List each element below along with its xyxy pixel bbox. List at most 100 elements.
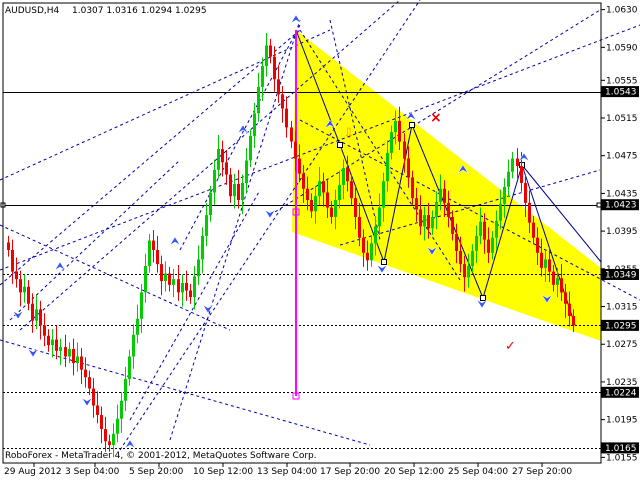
candle-body <box>124 379 127 401</box>
candle-body <box>314 196 317 212</box>
candle <box>290 120 293 149</box>
candle-body <box>221 149 224 163</box>
candle-body <box>213 169 216 193</box>
candle-body <box>386 152 389 182</box>
y-tick-label: 1.0475 <box>606 152 638 162</box>
candle-body <box>568 303 571 316</box>
check-icon: ✓ <box>505 339 516 354</box>
candle-body <box>205 215 208 236</box>
y-tick-label: 1.0155 <box>606 453 638 463</box>
candle-body <box>185 282 188 291</box>
candle-body <box>277 79 280 95</box>
candle-body <box>423 215 426 227</box>
candle-body <box>257 86 260 114</box>
fractal-down-icon <box>202 304 214 314</box>
fractal-up-icon <box>124 439 136 449</box>
candle-body <box>370 243 373 261</box>
candle <box>88 370 91 396</box>
candle <box>39 300 42 340</box>
candle-body <box>35 309 38 321</box>
candle-body <box>499 203 502 221</box>
candle <box>156 235 159 273</box>
candle-body <box>27 286 30 304</box>
candle-body <box>516 158 519 167</box>
candle <box>193 265 196 310</box>
candle-body <box>326 192 329 208</box>
candle <box>225 150 228 185</box>
candle <box>185 270 188 301</box>
candle <box>108 434 111 452</box>
candle <box>213 159 216 205</box>
candle-body <box>160 264 163 282</box>
candle-body <box>290 127 293 142</box>
ohlc-readout: 1.0307 1.0316 1.0294 1.0295 <box>72 6 207 16</box>
y-tick-label: 1.0395 <box>606 227 638 237</box>
candle-body <box>415 198 418 210</box>
candle-body <box>471 250 474 266</box>
candle-body <box>233 183 236 197</box>
candle-body <box>318 181 321 197</box>
x-tick-label: 5 Sep 20:00 <box>129 467 184 477</box>
candle-body <box>475 235 478 251</box>
candle-body <box>362 237 365 253</box>
candle-body <box>439 188 442 202</box>
candle <box>47 329 50 352</box>
candle-body <box>193 276 196 298</box>
candle-body <box>540 252 543 268</box>
level-price-label: 1.0349 <box>605 270 637 280</box>
candle-body <box>411 177 414 199</box>
candle-body <box>366 252 369 261</box>
candle <box>124 366 127 412</box>
candle <box>136 304 139 344</box>
candle-body <box>354 198 357 217</box>
candle-body <box>241 183 244 201</box>
candle <box>96 391 99 424</box>
candle-body <box>378 207 381 227</box>
candle-body <box>281 94 284 109</box>
candle <box>160 255 163 296</box>
fractal-down-icon <box>81 397 93 407</box>
candle-body <box>548 259 551 272</box>
candle-body <box>467 265 470 278</box>
x-tick-label: 25 Sep 04:00 <box>448 467 508 477</box>
candle <box>516 148 519 179</box>
candle <box>217 134 220 179</box>
candle-body <box>503 186 506 204</box>
fractal-up-icon <box>518 152 530 162</box>
fractal-down-icon <box>12 310 24 320</box>
candle-body <box>76 356 79 364</box>
x-tick-label: 13 Sep 04:00 <box>257 467 317 477</box>
candle-body <box>322 181 325 193</box>
candle-body <box>265 45 268 67</box>
candles <box>7 33 575 458</box>
candle-body <box>463 264 466 278</box>
candle-body <box>43 325 46 336</box>
candle <box>277 65 280 103</box>
candle-body <box>334 200 337 217</box>
candle-body <box>374 226 377 244</box>
candle-body <box>31 303 34 321</box>
level-price-label: 1.0295 <box>605 321 637 331</box>
candle-body <box>302 173 305 189</box>
candle <box>84 357 87 388</box>
candle-body <box>427 215 430 229</box>
price-chart[interactable]: × ✓ ⇩ 1.0630 1.0590 1.0555 1.0515 1.0475 1.0435… <box>0 0 640 480</box>
candle <box>35 295 38 330</box>
candle-body <box>544 259 547 268</box>
candle-body <box>108 441 111 446</box>
candle-body <box>253 113 256 136</box>
candle <box>116 404 119 443</box>
candle-body <box>64 347 67 357</box>
wave-point <box>480 295 486 301</box>
candle-body <box>342 167 345 185</box>
candle <box>128 349 131 386</box>
candle-body <box>459 250 462 265</box>
candle <box>285 96 288 138</box>
candle-body <box>306 188 309 201</box>
candle-body <box>47 335 50 346</box>
y-tick-label: 1.0590 <box>606 43 638 53</box>
candle-body <box>11 249 14 272</box>
y-tick-label: 1.0195 <box>606 416 638 426</box>
x-tick-label: 10 Sep 12:00 <box>193 467 253 477</box>
candle <box>164 261 167 292</box>
